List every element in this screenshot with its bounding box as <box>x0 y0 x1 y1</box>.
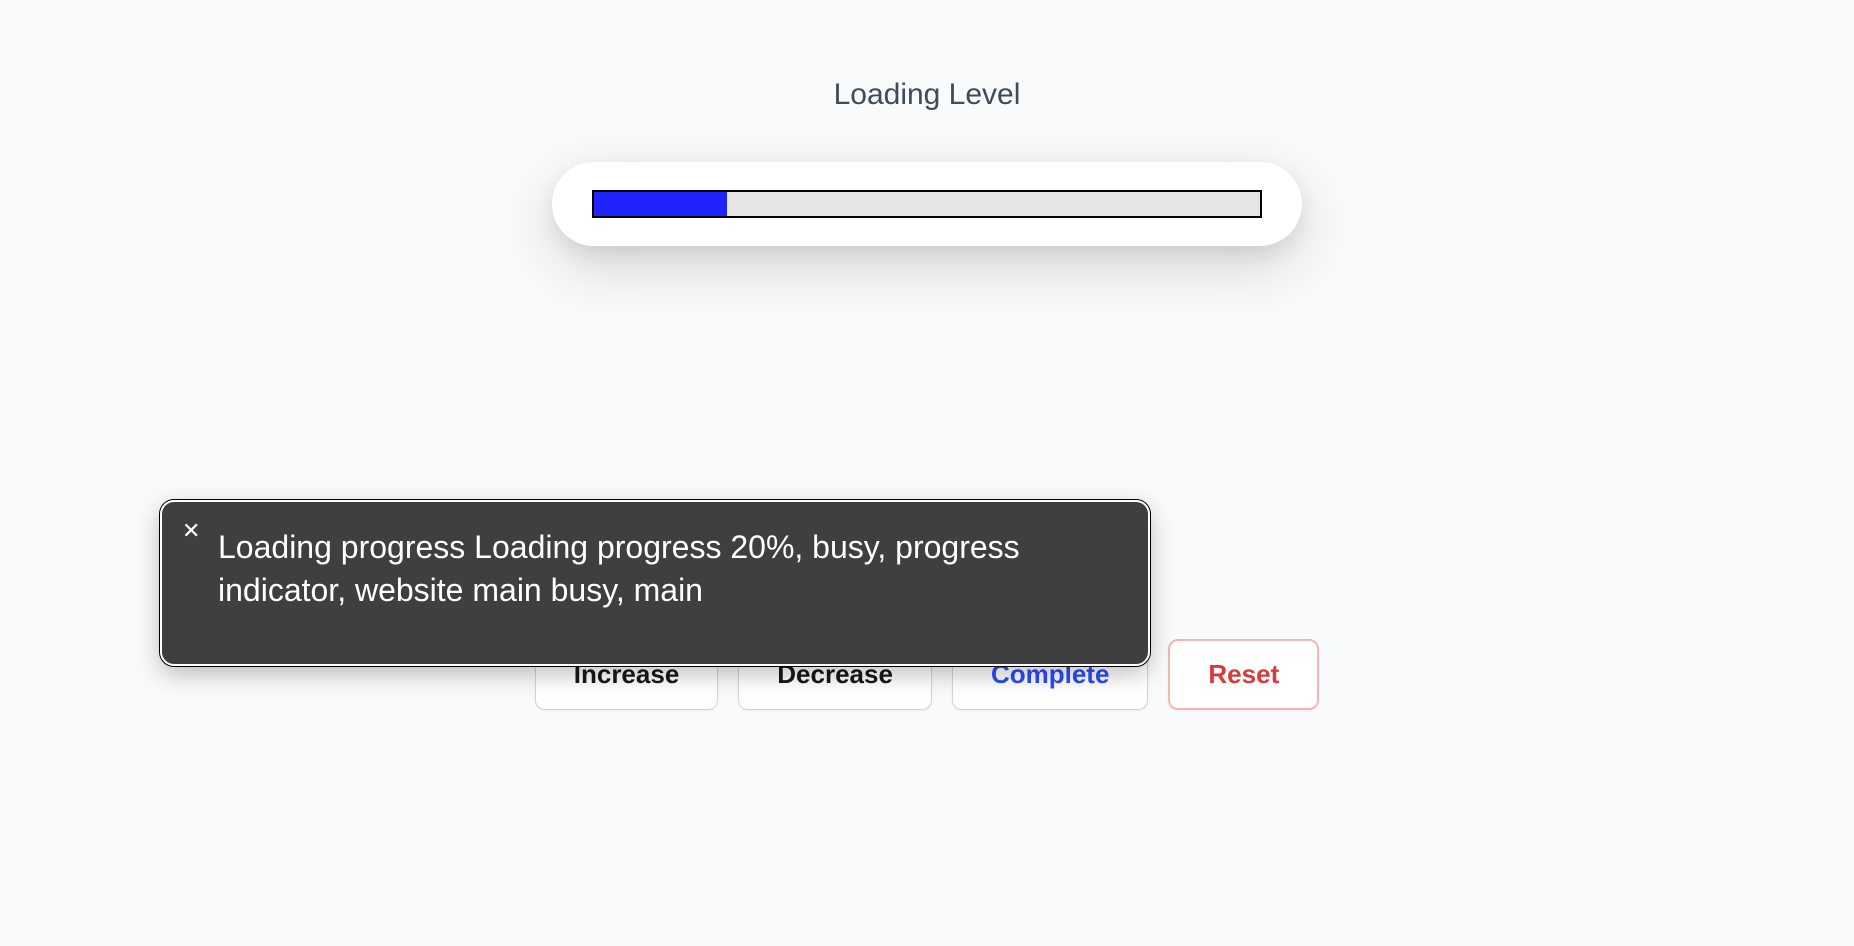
progress-card <box>552 162 1302 246</box>
progress-bar-fill <box>594 192 727 216</box>
reset-button[interactable]: Reset <box>1168 639 1319 710</box>
progress-bar <box>592 190 1262 218</box>
close-icon[interactable]: ✕ <box>182 520 200 542</box>
tooltip-text: Loading progress Loading progress 20%, b… <box>218 529 1020 608</box>
accessibility-tooltip: ✕ Loading progress Loading progress 20%,… <box>160 500 1150 666</box>
page-title: Loading Level <box>0 0 1854 112</box>
